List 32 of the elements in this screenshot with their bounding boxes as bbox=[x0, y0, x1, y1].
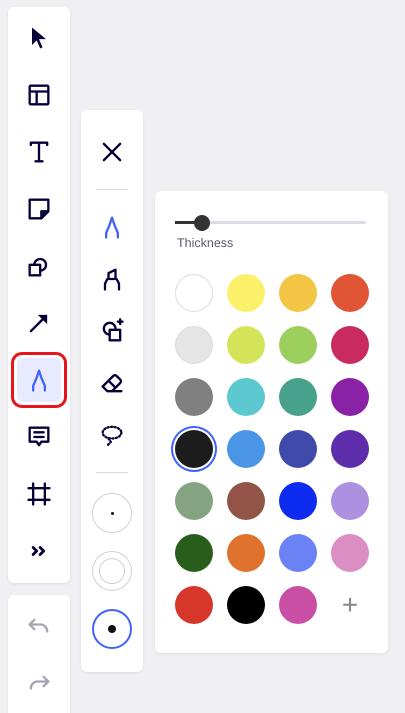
color-swatch[interactable] bbox=[227, 378, 265, 416]
color-swatch[interactable] bbox=[175, 378, 213, 416]
color-swatch[interactable] bbox=[227, 586, 265, 624]
color-swatch[interactable] bbox=[175, 482, 213, 520]
color-swatch[interactable] bbox=[331, 534, 369, 572]
color-swatch[interactable] bbox=[227, 430, 265, 468]
color-swatch[interactable] bbox=[279, 586, 317, 624]
add-color-button[interactable]: + bbox=[331, 586, 369, 624]
thickness-label: Thickness bbox=[177, 236, 234, 250]
color-swatch[interactable] bbox=[279, 378, 317, 416]
color-swatch[interactable] bbox=[279, 274, 317, 312]
color-swatch[interactable] bbox=[279, 430, 317, 468]
color-swatch[interactable] bbox=[279, 326, 317, 364]
color-swatch[interactable] bbox=[227, 482, 265, 520]
color-swatch[interactable] bbox=[175, 326, 213, 364]
color-swatch[interactable] bbox=[175, 274, 213, 312]
color-swatch[interactable] bbox=[279, 482, 317, 520]
color-swatch[interactable] bbox=[175, 586, 213, 624]
frame-icon bbox=[25, 480, 53, 508]
color-swatch[interactable] bbox=[279, 534, 317, 572]
color-swatch[interactable] bbox=[175, 534, 213, 572]
color-swatch[interactable] bbox=[227, 326, 265, 364]
color-swatch[interactable] bbox=[331, 430, 369, 468]
color-swatch[interactable] bbox=[331, 274, 369, 312]
stroke-size-button[interactable] bbox=[92, 609, 132, 649]
slider-thumb[interactable] bbox=[194, 215, 210, 231]
color-swatch[interactable] bbox=[331, 378, 369, 416]
color-swatch[interactable] bbox=[227, 534, 265, 572]
color-swatch[interactable] bbox=[227, 274, 265, 312]
color-swatch[interactable] bbox=[331, 326, 369, 364]
color-swatch[interactable] bbox=[175, 430, 213, 468]
color-swatch[interactable] bbox=[331, 482, 369, 520]
